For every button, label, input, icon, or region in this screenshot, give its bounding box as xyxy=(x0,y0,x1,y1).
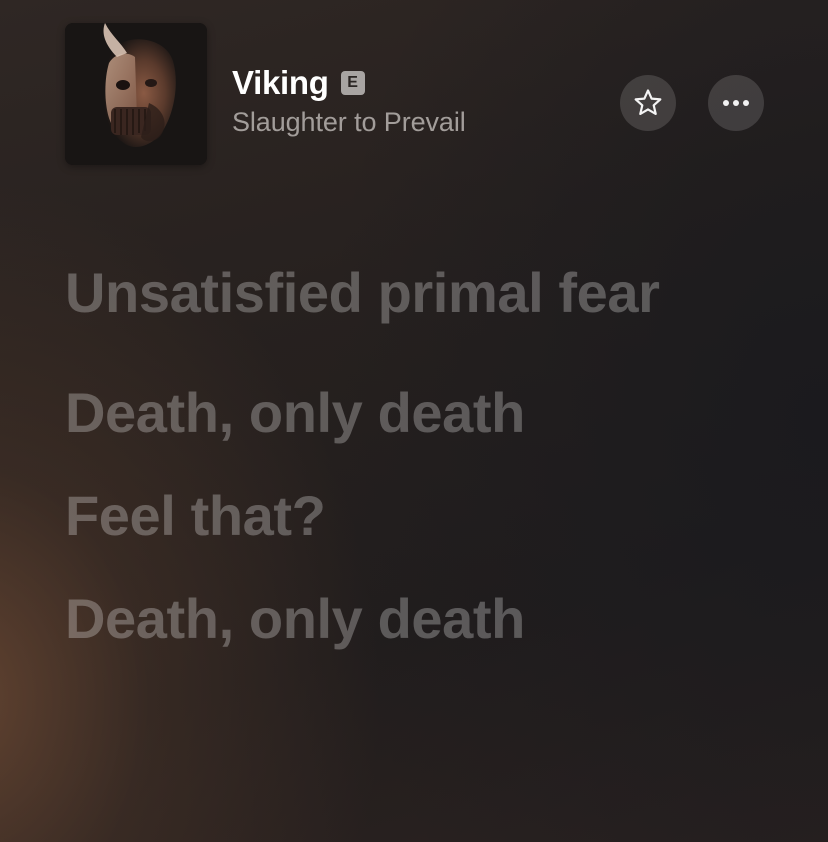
lyric-line[interactable]: Feel that? xyxy=(65,483,705,549)
now-playing-header: Viking E Slaughter to Prevail xyxy=(65,23,764,165)
more-options-button[interactable] xyxy=(708,75,764,131)
ellipsis-icon xyxy=(723,100,749,106)
track-title[interactable]: Viking xyxy=(232,63,329,103)
star-outline-icon xyxy=(634,89,662,115)
title-row: Viking E xyxy=(232,63,466,103)
track-info: Viking E Slaughter to Prevail xyxy=(232,63,466,139)
lyric-line[interactable]: Unsatisfied primal fear xyxy=(65,260,705,326)
favorite-button[interactable] xyxy=(620,75,676,131)
album-artwork[interactable] xyxy=(65,23,207,165)
artist-name[interactable]: Slaughter to Prevail xyxy=(232,105,466,139)
lyrics-panel: Unsatisfied primal fear Death, only deat… xyxy=(65,260,705,706)
lyric-line[interactable]: Death, only death xyxy=(65,586,705,652)
album-artwork-image xyxy=(65,23,207,165)
lyric-line[interactable]: Death, only death xyxy=(65,380,705,446)
explicit-badge: E xyxy=(340,71,365,95)
